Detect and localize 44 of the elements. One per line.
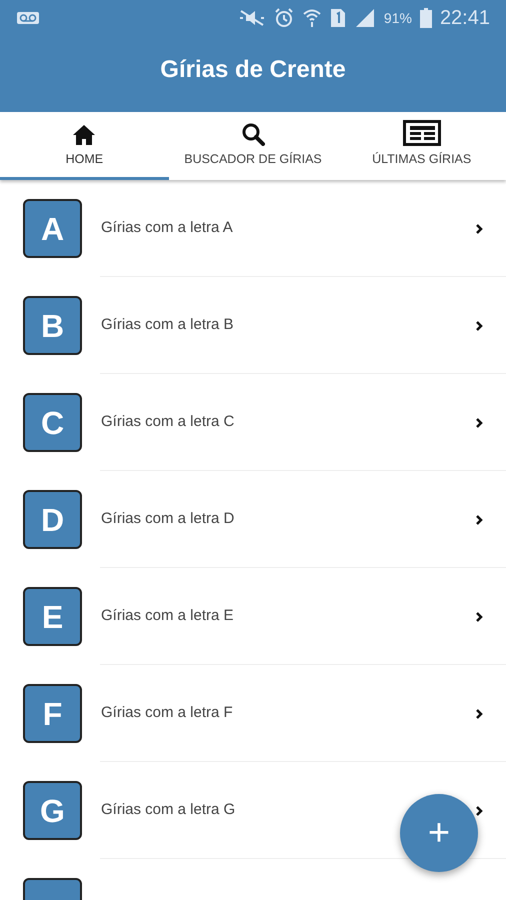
mute-icon <box>238 8 266 28</box>
chevron-right-icon <box>475 610 483 622</box>
letter-tile: D <box>23 490 82 549</box>
letter-tile: A <box>23 199 82 258</box>
chevron-right-icon <box>475 222 483 234</box>
newspaper-icon <box>402 120 441 146</box>
wifi-icon <box>302 8 322 28</box>
item-label: Gírias com a letra G <box>101 800 236 820</box>
alarm-icon <box>274 8 294 28</box>
item-label: Gírias com a letra A <box>101 218 234 238</box>
list-item[interactable]: E Gírias com a letra E <box>0 568 506 665</box>
signal-icon <box>354 8 376 28</box>
chevron-right-icon <box>475 320 483 332</box>
search-icon <box>241 122 265 146</box>
battery-percent: 91% <box>384 8 412 28</box>
battery-icon <box>420 8 432 28</box>
item-label: Gírias com a letra F <box>101 703 234 724</box>
letter-tile: B <box>23 296 82 355</box>
chevron-right-icon <box>475 804 483 816</box>
tab[interactable]: ÚLTIMAS GÍRIAS <box>337 112 506 180</box>
voicemail-icon <box>16 11 40 25</box>
clock-time: 22:41 <box>440 6 490 31</box>
list-item[interactable]: B Gírias com a letra B <box>0 277 506 374</box>
chevron-right-icon <box>475 708 483 720</box>
tab[interactable]: BUSCADOR DE GÍRIAS <box>168 112 338 180</box>
list-item[interactable]: F Gírias com a letra F <box>0 665 506 762</box>
letter-tile: F <box>23 684 82 743</box>
home-icon <box>72 124 96 146</box>
sim-icon <box>330 8 346 28</box>
item-label: Gírias com a letra C <box>101 412 236 432</box>
item-label: Gírias com a letra D <box>101 509 236 530</box>
list-item[interactable]: A Gírias com a letra A <box>0 180 506 277</box>
add-button[interactable]: + <box>400 794 478 872</box>
letter-tile: E <box>23 587 82 646</box>
list-item[interactable]: D Gírias com a letra D <box>0 471 506 568</box>
chevron-right-icon <box>475 416 483 428</box>
list-item[interactable]: C Gírias com a letra C <box>0 374 506 471</box>
item-label: Gírias com a letra E <box>101 606 235 626</box>
chevron-right-icon <box>475 514 483 526</box>
letter-tile: G <box>23 781 82 840</box>
item-label: Gírias com a letra B <box>101 315 235 336</box>
tab[interactable]: HOME <box>0 112 169 180</box>
app-title: Gírias de Crente <box>160 55 346 85</box>
letter-tile: C <box>23 393 82 452</box>
